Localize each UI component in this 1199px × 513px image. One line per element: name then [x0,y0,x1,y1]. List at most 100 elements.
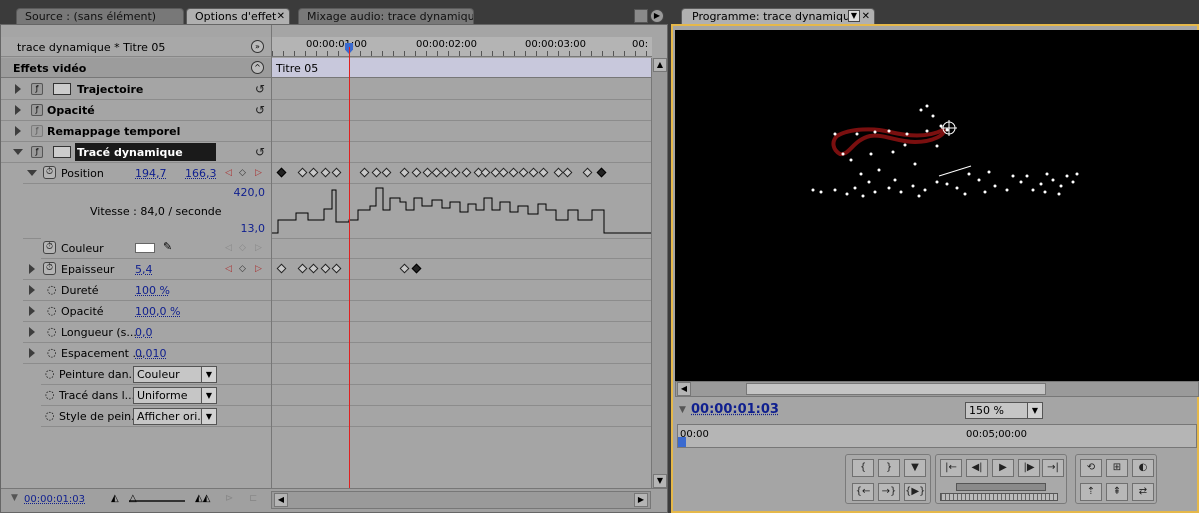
property-row-epaisseur[interactable]: ⏱ Epaisseur 5,4 ◁ ◇ ▷ [23,259,271,280]
transform-icon[interactable] [53,83,71,95]
grip-icon[interactable] [634,9,648,23]
tab-program[interactable]: Programme: trace dynamique ▼ ✕ [681,8,875,25]
effect-row-remappage[interactable]: ƒ Remappage temporel [1,121,271,142]
keyframe[interactable] [518,167,529,178]
keyframe[interactable] [308,263,319,274]
step-back-icon[interactable]: ◀| [966,459,988,477]
keyframe[interactable] [461,167,472,178]
opacite-value[interactable]: 100,0 % [135,305,180,318]
chevron-down-icon[interactable]: ▼ [201,388,216,403]
property-row-durete[interactable]: ◌ Dureté 100 % [23,280,271,301]
jog-wheel[interactable] [940,493,1058,501]
next-keyframe-icon[interactable]: ▷ [255,168,262,178]
stopwatch-icon[interactable]: ◌ [47,304,57,317]
transform-icon[interactable] [53,146,71,158]
property-row-trace-dans[interactable]: ◌ Tracé dans l... Uniforme ▼ [41,385,271,406]
eyedropper-icon[interactable]: ✎ [163,240,172,253]
keyframe[interactable] [528,167,539,178]
next-keyframe-icon[interactable]: ▷ [255,264,262,274]
program-timecode[interactable]: 00:00:01:03 [691,402,779,417]
keyframe[interactable] [399,167,410,178]
scroll-left-icon[interactable]: ◀ [677,382,691,396]
keyframe[interactable] [411,263,422,274]
keyframe[interactable] [276,167,287,178]
time-ruler[interactable]: 00:00:01:00 00:00:02:00 00:00:03:00 00: [272,37,652,57]
expand-triangle-icon[interactable] [15,84,21,94]
horizontal-scrollbar[interactable]: ◀ ▶ [271,491,651,509]
position-y-value[interactable]: 166,3 [185,167,217,180]
keyframe[interactable] [381,167,392,178]
add-keyframe-icon[interactable]: ◇ [239,264,246,274]
style-select[interactable]: Afficher ori... ▼ [133,408,217,425]
property-row-style[interactable]: ◌ Style de pein... Afficher ori... ▼ [41,406,271,427]
stopwatch-icon[interactable]: ◌ [47,346,57,359]
program-ruler[interactable]: 00:00 00:05;00:00 [677,424,1197,448]
stopwatch-icon[interactable]: ◌ [45,367,55,380]
stopwatch-icon[interactable]: ⏱ [43,262,56,275]
keyframe[interactable] [480,167,491,178]
property-row-espacement[interactable]: ◌ Espacement ... 0,010 [23,343,271,364]
peinture-select[interactable]: Couleur ▼ [133,366,217,383]
stopwatch-icon[interactable]: ◌ [45,409,55,422]
fx-toggle-icon[interactable]: ƒ [31,146,43,158]
step-forward-icon[interactable]: |▶ [1018,459,1040,477]
expand-triangle-icon[interactable] [15,126,21,136]
keyframe[interactable] [411,167,422,178]
goto-out-icon[interactable]: →} [878,483,900,501]
expand-triangle-icon[interactable] [29,348,35,358]
current-timecode[interactable]: 00:00:01:03 [24,494,85,505]
tab-source[interactable]: Source : (sans élément) [16,8,184,25]
fx-toggle-icon[interactable]: ƒ [31,104,43,116]
expand-triangle-icon[interactable] [29,327,35,337]
loop-icon[interactable]: ⟲ [1080,459,1102,477]
shuttle-slider[interactable] [956,483,1046,491]
goto-next-edit-icon[interactable]: →| [1042,459,1064,477]
collapse-triangle-icon[interactable] [13,149,23,155]
property-row-longueur[interactable]: ◌ Longueur (s... 0,0 [23,322,271,343]
add-keyframe-icon[interactable]: ◇ [239,168,246,178]
zoom-out-icon[interactable]: ◭ [111,493,119,504]
close-icon[interactable]: ✕ [862,9,870,24]
show-timeline-icon[interactable]: » [251,40,264,53]
keyframe[interactable] [331,167,342,178]
stopwatch-icon[interactable]: ⏱ [43,241,56,254]
keyframe[interactable] [308,167,319,178]
close-icon[interactable]: ✕ [277,9,285,24]
property-row-position[interactable]: ⏱ Position 194,7 166,3 ◁ ◇ ▷ [23,163,271,184]
zoom-select[interactable]: 150 % ▼ [965,402,1043,419]
expand-triangle-icon[interactable] [29,306,35,316]
property-row-peinture[interactable]: ◌ Peinture dan... Couleur ▼ [41,364,271,385]
lift-icon[interactable]: ⇡ [1080,483,1102,501]
set-in-icon[interactable]: { [852,459,874,477]
keyframe[interactable] [508,167,519,178]
goto-prev-edit-icon[interactable]: |← [940,459,962,477]
stopwatch-icon[interactable]: ◌ [47,283,57,296]
scroll-up-icon[interactable]: ▲ [653,58,667,72]
zoom-slider[interactable] [129,500,185,502]
tab-audio-mixer[interactable]: Mixage audio: trace dynamique [298,8,474,25]
epaisseur-value[interactable]: 5,4 [135,263,153,276]
stopwatch-icon[interactable]: ⏱ [43,166,56,179]
goto-in-icon[interactable]: {← [852,483,874,501]
keyframe-timeline[interactable]: 00:00:01:00 00:00:02:00 00:00:03:00 00: … [271,25,652,488]
zoom-in-icon[interactable]: ◭◭ [195,493,210,504]
scroll-down-icon[interactable]: ▼ [653,474,667,488]
keyframe[interactable] [297,167,308,178]
keyframe[interactable] [297,263,308,274]
output-icon[interactable]: ◐ [1132,459,1154,477]
extract-icon[interactable]: ⇞ [1106,483,1128,501]
effect-row-trajectoire[interactable]: ƒ Trajectoire ↺ [1,79,271,100]
chevron-down-icon[interactable]: ▼ [1027,403,1042,418]
panel-menu-icon[interactable]: ▶ [650,9,664,23]
reset-icon[interactable]: ↺ [255,103,265,117]
set-out-icon[interactable]: } [878,459,900,477]
prev-keyframe-icon[interactable]: ◁ [225,264,232,274]
scroll-left-icon[interactable]: ◀ [274,493,288,507]
longueur-value[interactable]: 0,0 [135,326,153,339]
chevron-down-icon[interactable]: ▼ [848,10,860,22]
espacement-value[interactable]: 0,010 [135,347,167,360]
clip-bar[interactable]: Titre 05 [272,58,652,78]
effect-row-trace[interactable]: ƒ Tracé dynamique ↺ [1,142,271,163]
monitor-h-scrollbar[interactable]: ◀ [675,381,1199,397]
playhead-handle-icon[interactable] [678,437,686,447]
